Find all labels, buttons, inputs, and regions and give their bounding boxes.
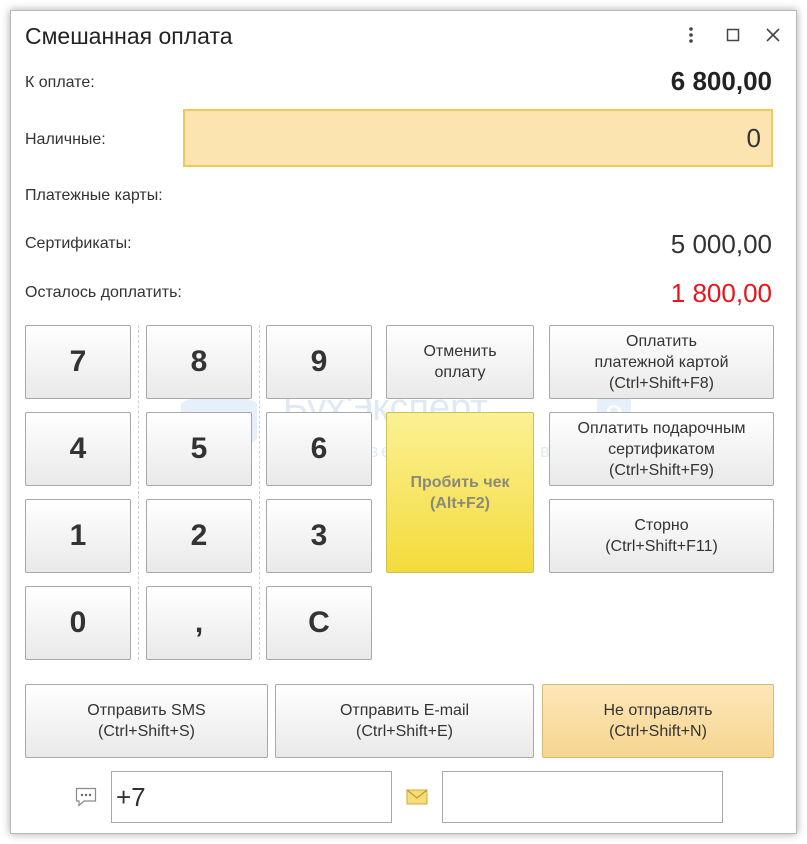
key-comma-button[interactable]: , — [146, 586, 252, 660]
key-6-button[interactable]: 6 — [266, 412, 372, 486]
key-7-button[interactable]: 7 — [25, 325, 131, 399]
email-input[interactable] — [442, 771, 723, 823]
key-5-button[interactable]: 5 — [146, 412, 252, 486]
cash-input[interactable]: 0 — [183, 109, 773, 167]
keypad-divider — [138, 325, 139, 660]
storno-label: Сторно (Ctrl+Shift+F11) — [605, 517, 718, 555]
key-2-button[interactable]: 2 — [146, 499, 252, 573]
send-sms-label: Отправить SMS (Ctrl+Shift+S) — [87, 702, 206, 740]
print-check-button[interactable]: Пробить чек (Alt+F2) — [386, 412, 534, 573]
sms-icon — [75, 787, 97, 812]
keypad-divider — [259, 325, 260, 660]
payment-cards-label: Платежные карты: — [25, 187, 163, 204]
mixed-payment-window: Смешанная оплата К оплате: 6 800,00 Нали… — [10, 10, 797, 834]
pay-by-card-label: Оплатить платежной картой (Ctrl+Shift+F8… — [594, 332, 729, 392]
cancel-payment-label: Отменить оплату — [423, 343, 497, 381]
key-0-button[interactable]: 0 — [25, 586, 131, 660]
pay-by-gift-certificate-button[interactable]: Оплатить подарочным сертификатом (Ctrl+S… — [549, 412, 774, 486]
more-vert-icon[interactable] — [679, 25, 703, 49]
key-1-button[interactable]: 1 — [25, 499, 131, 573]
certificates-amount: 5 000,00 — [670, 229, 772, 259]
window-title: Смешанная оплата — [25, 23, 233, 49]
print-check-label: Пробить чек (Alt+F2) — [410, 473, 510, 512]
key-9-button[interactable]: 9 — [266, 325, 372, 399]
storno-button[interactable]: Сторно (Ctrl+Shift+F11) — [549, 499, 774, 573]
cancel-payment-button[interactable]: Отменить оплату — [386, 325, 534, 399]
to-pay-label: К оплате: — [25, 74, 95, 91]
pay-by-card-button[interactable]: Оплатить платежной картой (Ctrl+Shift+F8… — [549, 325, 774, 399]
close-icon[interactable] — [761, 25, 785, 49]
email-icon — [406, 789, 428, 810]
key-3-button[interactable]: 3 — [266, 499, 372, 573]
key-clear-button[interactable]: C — [266, 586, 372, 660]
cash-label: Наличные: — [25, 131, 106, 148]
to-pay-amount: 6 800,00 — [670, 66, 772, 96]
pay-by-gift-certificate-label: Оплатить подарочным сертификатом (Ctrl+S… — [577, 419, 746, 479]
certificates-label: Сертификаты: — [25, 235, 132, 252]
key-8-button[interactable]: 8 — [146, 325, 252, 399]
do-not-send-button[interactable]: Не отправлять (Ctrl+Shift+N) — [542, 684, 774, 758]
phone-input[interactable]: +7 — [111, 771, 392, 823]
maximize-icon[interactable] — [721, 25, 745, 49]
send-sms-button[interactable]: Отправить SMS (Ctrl+Shift+S) — [25, 684, 268, 758]
remaining-label: Осталось доплатить: — [25, 284, 182, 301]
send-email-label: Отправить E-mail (Ctrl+Shift+E) — [339, 702, 470, 740]
remaining-amount: 1 800,00 — [670, 278, 772, 308]
key-4-button[interactable]: 4 — [25, 412, 131, 486]
send-email-button[interactable]: Отправить E-mail (Ctrl+Shift+E) — [275, 684, 534, 758]
do-not-send-label: Не отправлять (Ctrl+Shift+N) — [603, 702, 713, 740]
